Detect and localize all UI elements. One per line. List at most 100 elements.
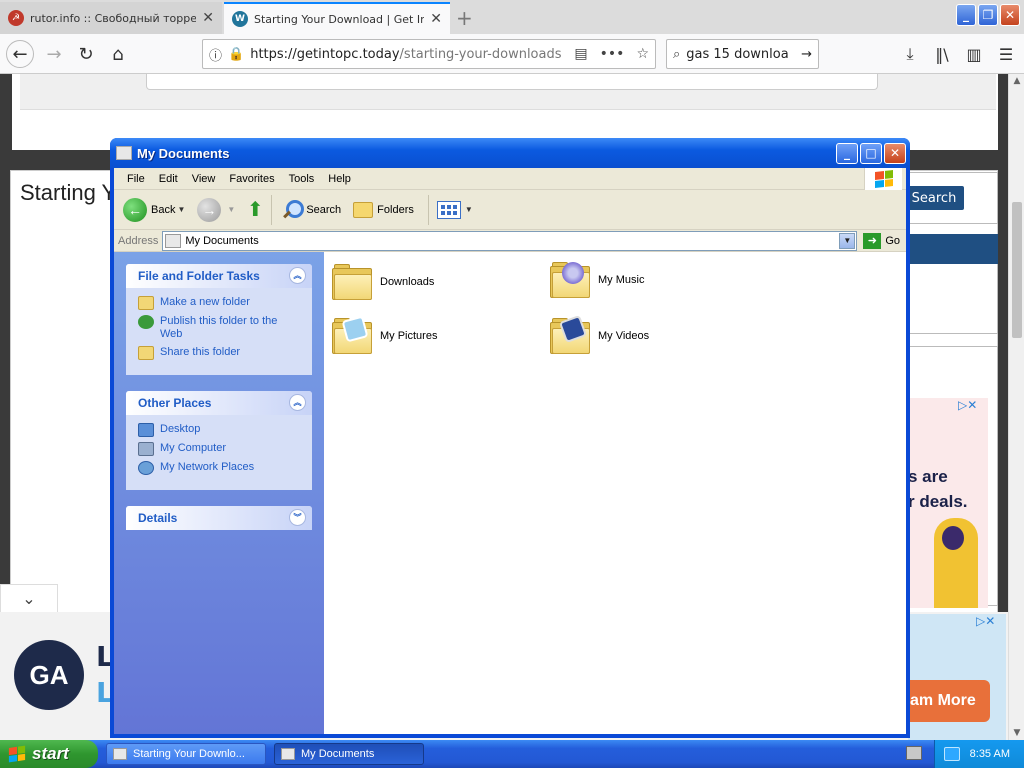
place-network[interactable]: My Network Places xyxy=(138,461,302,475)
folder-contents: Downloads My Music My Pictures My Videos xyxy=(324,252,906,734)
task-make-new-folder[interactable]: Make a new folder xyxy=(138,296,302,310)
menu-view[interactable]: View xyxy=(185,173,223,185)
menu-favorites[interactable]: Favorites xyxy=(222,173,281,185)
expand-chevron-icon[interactable]: ︾ xyxy=(289,509,306,526)
dropdown-arrow-icon[interactable]: ▼ xyxy=(177,205,185,214)
views-button[interactable]: ▼ xyxy=(434,194,476,226)
start-button[interactable]: start xyxy=(0,740,98,768)
home-icon[interactable]: ⌂ xyxy=(104,40,132,68)
wordpress-favicon-icon: W xyxy=(232,11,248,27)
learn-more-button[interactable]: am More xyxy=(908,680,990,722)
ad-choices-icon[interactable]: ▷✕ xyxy=(958,398,977,412)
music-folder-icon xyxy=(550,262,592,298)
explorer-title-bar[interactable]: My Documents _ □ ✕ xyxy=(110,138,910,168)
url-text[interactable]: https://getintopc.today/starting-your-do… xyxy=(250,47,562,62)
menu-help[interactable]: Help xyxy=(321,173,358,185)
taskbar-button-firefox[interactable]: Starting Your Downlo... xyxy=(106,743,266,765)
search-icon: ⌕ xyxy=(673,46,681,62)
collapse-ad-chevron-icon[interactable]: ⌄ xyxy=(0,584,58,612)
rutor-favicon-icon: ☭ xyxy=(8,10,24,26)
panel-title: File and Folder Tasks xyxy=(138,269,260,283)
task-share-folder[interactable]: Share this folder xyxy=(138,346,302,360)
page-actions-icon[interactable]: ••• xyxy=(600,46,625,62)
place-my-computer[interactable]: My Computer xyxy=(138,442,302,456)
scroll-up-icon[interactable]: ▲ xyxy=(1009,74,1024,88)
panel-header[interactable]: File and Folder Tasks ︽ xyxy=(126,264,312,288)
globe-icon xyxy=(138,315,154,329)
folder-my-videos[interactable]: My Videos xyxy=(550,314,650,354)
folder-my-pictures[interactable]: My Pictures xyxy=(332,315,437,354)
up-folder-icon[interactable]: ⬆ xyxy=(244,198,266,222)
close-button[interactable]: ✕ xyxy=(1000,4,1020,26)
search-bar[interactable]: ⌕ gas 15 downloa → xyxy=(666,39,819,69)
reader-view-icon[interactable]: ▤ xyxy=(574,46,587,62)
library-icon[interactable]: ‖\ xyxy=(930,40,954,68)
site-search-button[interactable]: Search xyxy=(904,186,964,210)
place-label: Desktop xyxy=(160,423,201,435)
url-bar[interactable]: ⓘ 🔒 https://getintopc.today/starting-you… xyxy=(202,39,656,69)
share-folder-icon xyxy=(138,346,154,360)
menu-edit[interactable]: Edit xyxy=(152,173,185,185)
menu-tools[interactable]: Tools xyxy=(282,173,322,185)
folder-downloads[interactable]: Downloads xyxy=(332,264,434,300)
search-text: gas 15 downloa xyxy=(686,46,789,62)
collapse-chevron-icon[interactable]: ︽ xyxy=(289,394,306,411)
toolbar-separator xyxy=(427,194,429,225)
restore-button[interactable]: ❐ xyxy=(978,4,998,26)
forward-button[interactable]: → ▼ xyxy=(194,194,238,226)
explorer-title: My Documents xyxy=(137,145,230,161)
folder-label: My Music xyxy=(598,274,645,286)
back-arrow-icon[interactable]: ← xyxy=(6,40,34,68)
computer-icon xyxy=(138,442,154,456)
clock[interactable]: 8:35 AM xyxy=(970,748,1010,760)
close-tab-icon[interactable]: ✕ xyxy=(430,11,442,27)
panel-header[interactable]: Other Places ︽ xyxy=(126,391,312,415)
close-tab-icon[interactable]: ✕ xyxy=(202,10,214,26)
maximize-button[interactable]: □ xyxy=(860,142,882,164)
back-button[interactable]: ← Back ▼ xyxy=(120,194,188,226)
side-advertisement[interactable]: s are r deals. xyxy=(908,398,988,608)
explorer-window: My Documents _ □ ✕ File Edit View Favori… xyxy=(110,138,910,738)
info-icon[interactable]: ⓘ xyxy=(209,45,222,64)
dropdown-arrow-icon[interactable]: ▼ xyxy=(465,205,473,214)
hamburger-menu-icon[interactable]: ☰ xyxy=(994,40,1018,68)
task-publish-web[interactable]: Publish this folder to the Web xyxy=(138,315,302,341)
menu-file[interactable]: File xyxy=(120,173,152,185)
ad-headline: s are r deals. xyxy=(908,464,968,514)
toolbar-separator xyxy=(271,194,273,225)
bookmark-star-icon[interactable]: ☆ xyxy=(636,46,649,62)
page-scrollbar[interactable]: ▲ ▼ xyxy=(1008,74,1024,740)
go-button[interactable]: ➜ Go xyxy=(863,232,900,249)
panel-title: Other Places xyxy=(138,396,212,410)
minimize-button[interactable]: _ xyxy=(836,142,858,164)
dropdown-arrow-icon[interactable]: ▼ xyxy=(227,205,235,214)
address-field[interactable]: My Documents ▼ xyxy=(162,230,858,251)
ad-choices-icon[interactable]: ▷✕ xyxy=(976,614,995,628)
forward-arrow-icon[interactable]: → xyxy=(40,40,68,68)
tab-getintopc[interactable]: W Starting Your Download | Get Into ✕ xyxy=(224,2,450,34)
other-places-panel: Other Places ︽ Desktop My Computer My Ne… xyxy=(126,391,312,490)
scroll-down-icon[interactable]: ▼ xyxy=(1009,726,1024,740)
details-panel: Details ︾ xyxy=(126,506,312,530)
sidebar-icon[interactable]: ▥ xyxy=(962,40,986,68)
taskbar-button-my-documents[interactable]: My Documents xyxy=(274,743,424,765)
new-tab-icon[interactable]: + xyxy=(456,6,473,30)
minimize-button[interactable]: _ xyxy=(956,4,976,26)
place-desktop[interactable]: Desktop xyxy=(138,423,302,437)
close-button[interactable]: ✕ xyxy=(884,142,906,164)
reload-icon[interactable]: ↻ xyxy=(72,40,100,68)
collapse-chevron-icon[interactable]: ︽ xyxy=(289,267,306,284)
scroll-thumb[interactable] xyxy=(1012,202,1022,338)
folders-button[interactable]: Folders xyxy=(350,194,417,226)
folder-label: My Videos xyxy=(598,330,650,342)
search-button[interactable]: Search xyxy=(277,194,344,226)
keyboard-layout-icon[interactable] xyxy=(906,746,922,760)
network-tray-icon[interactable] xyxy=(943,747,960,761)
panel-header[interactable]: Details ︾ xyxy=(126,506,312,530)
downloads-icon[interactable]: ⤓ xyxy=(898,40,922,68)
search-go-arrow-icon[interactable]: → xyxy=(801,47,812,62)
address-dropdown-icon[interactable]: ▼ xyxy=(839,232,856,249)
lock-warning-icon[interactable]: 🔒 xyxy=(228,47,244,62)
folder-my-music[interactable]: My Music xyxy=(550,262,644,298)
tab-rutor[interactable]: ☭ rutor.info :: Свободный торрен ✕ xyxy=(0,2,222,34)
